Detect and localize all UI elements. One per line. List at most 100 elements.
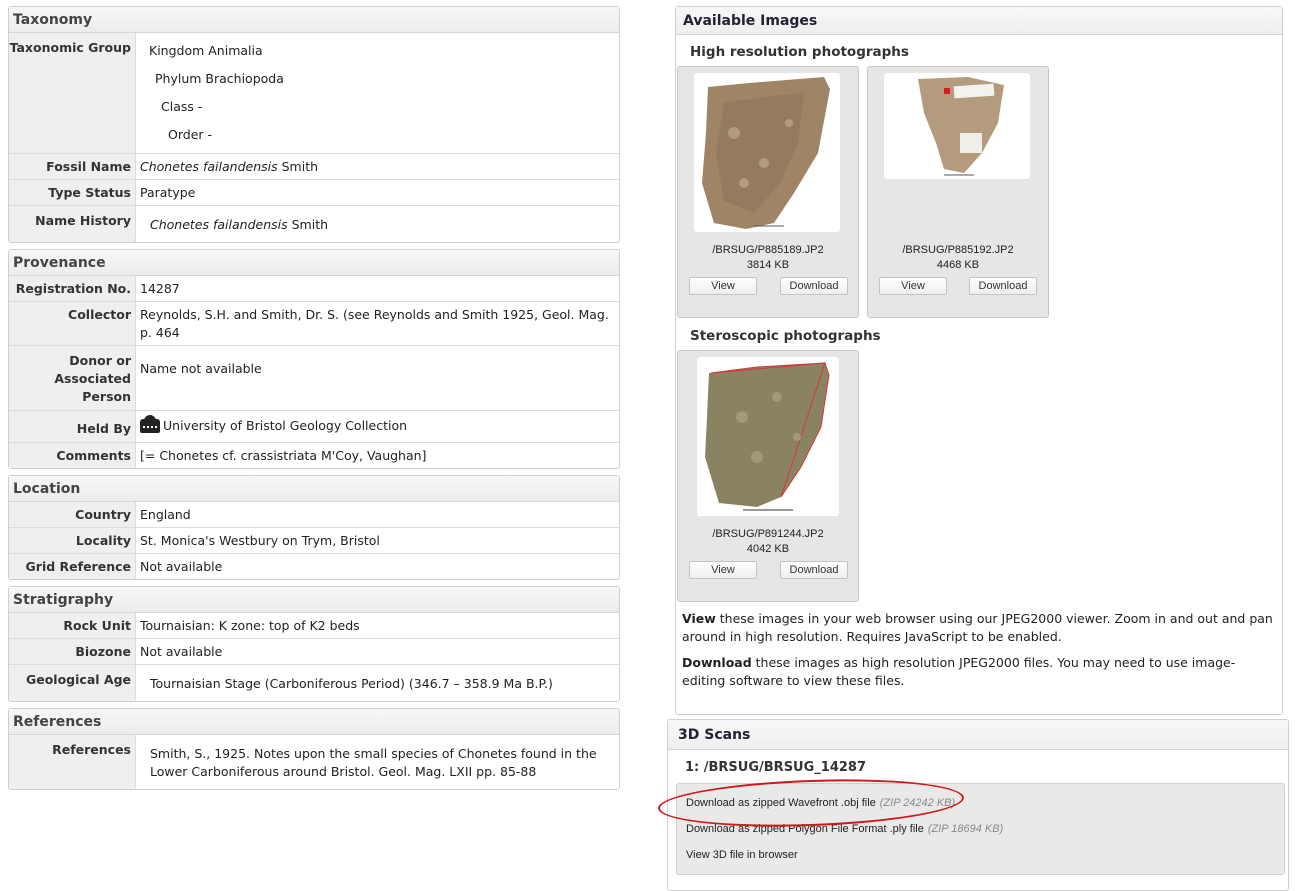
record-details: Taxonomy Taxonomic Group Kingdom Animali… [8,6,620,796]
section-title: Stratigraphy [9,587,619,613]
view-help: View these images in your web browser us… [682,610,1276,646]
country: England [140,507,191,522]
ply-download-link[interactable]: Download as zipped Polygon File Format .… [686,816,1275,842]
download-button[interactable]: Download [780,277,848,295]
collector: Reynolds, S.H. and Smith, Dr. S. (see Re… [140,307,609,340]
type-status: Paratype [140,185,196,200]
file-size: 4042 KB [746,543,790,555]
taxonomy-tree: Kingdom Animalia Phylum Brachiopoda Clas… [136,33,288,153]
obj-download-link[interactable]: Download as zipped Wavefront .obj file (Z… [686,790,1275,816]
type-status-row: Type Status Paratype [9,179,619,205]
fossil-photo[interactable] [694,73,840,232]
grid-reference-row: Grid Reference Not available [9,553,619,579]
file-meta: (ZIP 24242 KB) [879,797,956,809]
references-row: References Smith, S., 1925. Notes upon t… [9,735,619,789]
held-by: University of Bristol Geology Collection [136,411,411,442]
file-size: 3814 KB [746,259,790,271]
available-images-panel: Available Images High resolution photogr… [675,6,1283,715]
donor: Name not available [140,361,262,376]
fossil-photo[interactable] [697,357,839,516]
field-label-line: Donor or [69,353,131,368]
scan-downloads: Download as zipped Wavefront .obj file (Z… [676,783,1285,875]
file-meta: (ZIP 18694 KB) [927,823,1004,835]
field-label: Registration No. [9,276,136,301]
museum-icon [140,415,160,433]
stereo-heading: Steroscopic photographs [690,328,881,344]
download-help-keyword: Download [682,655,752,670]
file-size: 4468 KB [936,259,980,271]
view-button[interactable]: View [689,277,757,295]
image-card: /BRSUG/P885192.JP2 4468 KB View Download [867,66,1049,318]
grid-reference: Not available [140,559,223,574]
geological-age-row: Geological Age Tournaisian Stage (Carbon… [9,664,619,701]
biozone-row: Biozone Not available [9,638,619,664]
link-text[interactable]: Download as zipped Polygon File Format .… [686,823,924,835]
images-help: View these images in your web browser us… [676,602,1282,690]
collector-row: Collector Reynolds, S.H. and Smith, Dr. … [9,301,619,345]
field-label: Biozone [9,639,136,664]
field-label: Locality [9,528,136,553]
locality-row: Locality St. Monica's Westbury on Trym, … [9,527,619,553]
field-label: Country [9,502,136,527]
location-section: Location Country England Locality St. Mo… [8,475,620,580]
name-history-taxon: Chonetes failandensis [150,217,288,232]
download-button[interactable]: Download [969,277,1037,295]
view-help-keyword: View [682,611,716,626]
field-label: Geological Age [9,665,136,701]
provenance-section: Provenance Registration No. 14287 Collec… [8,249,620,469]
fossil-photo[interactable] [884,73,1030,179]
3d-scans-panel: 3D Scans 1: /BRSUG/BRSUG_14287 Download … [667,719,1289,891]
class: Class - [161,99,203,114]
download-button[interactable]: Download [780,561,848,579]
name-history: Chonetes failandensis Smith [136,206,332,242]
field-label: Type Status [9,180,136,205]
taxonomy-section: Taxonomy Taxonomic Group Kingdom Animali… [8,6,620,243]
section-title: Taxonomy [9,7,619,33]
fossil-name-taxon: Chonetes failandensis [140,159,278,174]
field-label: Fossil Name [9,154,136,179]
view-3d-link[interactable]: View 3D file in browser [686,842,1275,868]
comments-row: Comments [= Chonetes cf. crassistriata M… [9,442,619,468]
reference-text: Smith, S., 1925. Notes upon the small sp… [150,746,597,779]
registration-number: 14287 [140,281,180,296]
view-help-text: these images in your web browser using o… [682,611,1273,644]
locality: St. Monica's Westbury on Trym, Bristol [140,533,380,548]
file-name: /BRSUG/P891244.JP2 [712,528,824,540]
hires-thumbnails: /BRSUG/P885189.JP2 3814 KB View Download… [676,66,1282,318]
references-section: References References Smith, S., 1925. N… [8,708,620,790]
download-help-text: these images as high resolution JPEG2000… [682,655,1236,688]
registration-row: Registration No. 14287 [9,276,619,301]
rock-unit: Tournaisian: K zone: top of K2 beds [140,618,360,633]
name-history-author: Smith [291,217,329,232]
stratigraphy-section: Stratigraphy Rock Unit Tournaisian: K zo… [8,586,620,702]
fossil-name: Chonetes failandensis Smith [136,154,322,179]
held-by-name: University of Bristol Geology Collection [163,418,408,433]
download-help: Download these images as high resolution… [682,654,1276,690]
field-label: Collector [9,302,136,345]
phylum: Phylum Brachiopoda [155,71,284,86]
stereo-thumbnails: /BRSUG/P891244.JP2 4042 KB View Download [676,350,1282,602]
image-card: /BRSUG/P891244.JP2 4042 KB View Download [677,350,859,602]
rock-unit-row: Rock Unit Tournaisian: K zone: top of K2… [9,613,619,638]
file-name: /BRSUG/P885192.JP2 [902,244,1014,256]
section-title: Location [9,476,619,502]
taxonomic-group-row: Taxonomic Group Kingdom Animalia Phylum … [9,33,619,153]
field-label: Name History [9,206,136,242]
fossil-name-row: Fossil Name Chonetes failandensis Smith [9,153,619,179]
image-card: /BRSUG/P885189.JP2 3814 KB View Download [677,66,859,318]
geological-age: Tournaisian Stage (Carboniferous Period)… [150,676,553,691]
order: Order - [168,127,213,142]
scan-item-title: 1: /BRSUG/BRSUG_14287 [685,760,867,775]
fossil-name-author: Smith [281,159,319,174]
view-button[interactable]: View [689,561,757,579]
held-by-row: Held By University of Bristol Geology Co… [9,410,619,442]
field-label: Grid Reference [9,554,136,579]
field-label-line: Associated Person [54,371,131,404]
country-row: Country England [9,502,619,527]
field-label: Held By [9,411,136,442]
link-text[interactable]: Download as zipped Wavefront .obj file [686,797,876,809]
field-label: Comments [9,443,136,468]
view-button[interactable]: View [879,277,947,295]
section-title: References [9,709,619,735]
donor-row: Donor or Associated Person Name not avail… [9,345,619,410]
